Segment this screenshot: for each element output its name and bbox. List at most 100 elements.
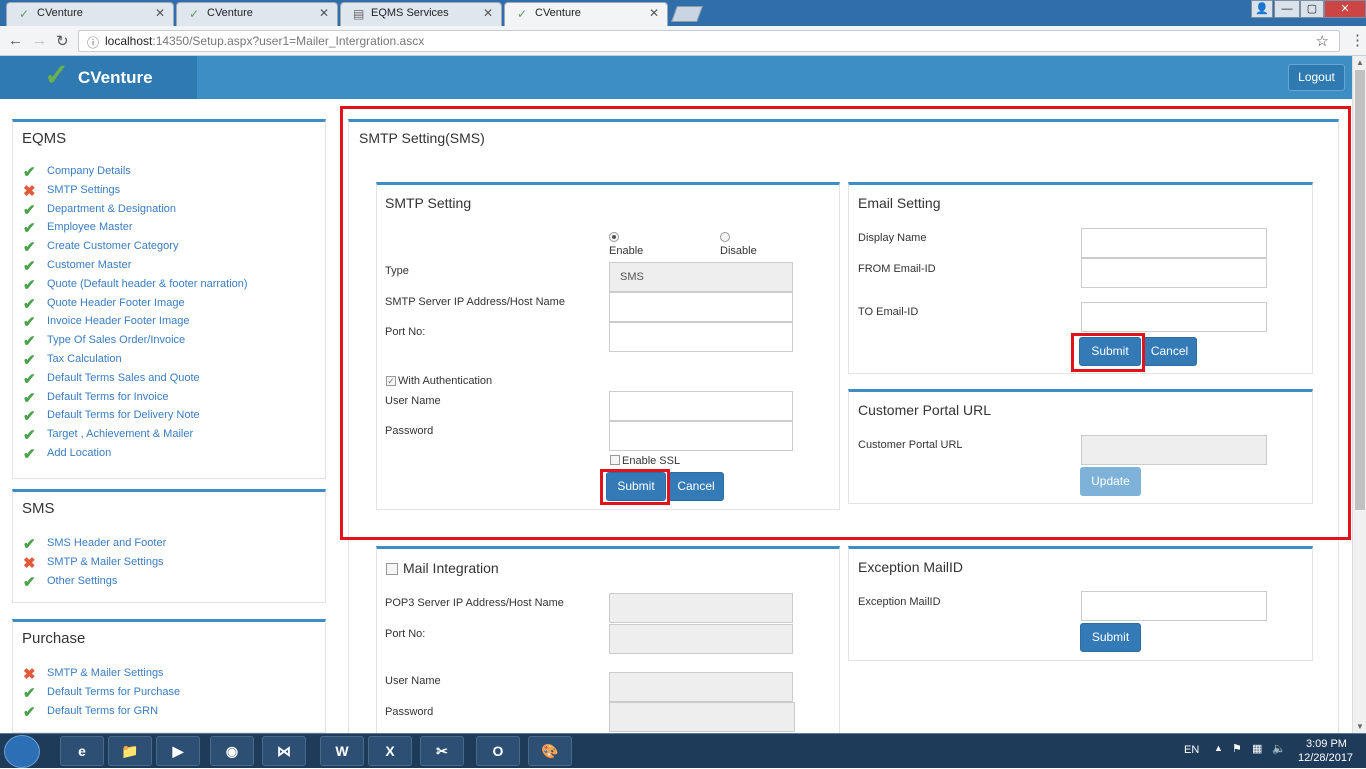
system-tray: EN ▲ ⚑ ▦ 🔈 3:09 PM 12/28/2017 [1176, 734, 1366, 769]
panel-title: Purchase [22, 630, 86, 647]
sidebar-list: ✔ Company Details ✖ SMTP Settings ✔ Departmen… [13, 147, 325, 466]
browser-tab[interactable]: ✓ CVenture ✕ [176, 2, 338, 26]
sidebar-item[interactable]: ✖ SMTP Settings [23, 183, 325, 203]
check-favicon-icon: ✓ [189, 7, 200, 21]
taskbar-app-button[interactable]: X [368, 736, 412, 766]
logout-button[interactable]: Logout [1288, 64, 1345, 91]
checkmark-icon: ✔ [23, 684, 36, 702]
forward-arrow-icon[interactable]: → [32, 32, 47, 49]
scroll-down-icon[interactable]: ▼ [1356, 722, 1364, 731]
sidebar-item[interactable]: ✔ Quote (Default header & footer narratio… [23, 276, 325, 297]
taskbar-app-button[interactable]: O [476, 736, 520, 766]
close-tab-icon[interactable]: ✕ [483, 6, 493, 20]
sidebar-item-label: Quote Header Footer Image [47, 296, 185, 309]
sidebar-item[interactable]: ✔ Quote Header Footer Image [23, 296, 325, 316]
taskbar-app-button[interactable]: ▶ [156, 736, 200, 766]
clock-date[interactable]: 12/28/2017 [1298, 752, 1353, 764]
pop3-password-input[interactable] [609, 702, 795, 732]
sidebar-item[interactable]: ✔ SMS Header and Footer [23, 536, 325, 556]
reload-icon[interactable]: ↻ [56, 32, 69, 50]
sidebar-item[interactable]: ✔ Other Settings [23, 573, 325, 594]
taskbar-app-button[interactable]: ✂ [420, 736, 464, 766]
sidebar-item[interactable]: ✔ Default Terms for GRN [23, 704, 325, 724]
password-label: Password [385, 706, 434, 718]
info-icon[interactable]: ⓘ [87, 34, 99, 51]
tab-title: CVenture [207, 7, 253, 19]
close-window-button[interactable]: ✕ [1324, 0, 1366, 18]
checkmark-icon: ✔ [23, 276, 36, 294]
pop3-port-input[interactable] [609, 624, 793, 654]
sidebar-item-label: Company Details [47, 165, 131, 177]
sidebar-item[interactable]: ✔ Default Terms for Invoice [23, 390, 325, 410]
sidebar-item[interactable]: ✔ Default Terms for Purchase [23, 684, 325, 705]
logo[interactable]: ✓ CVenture [0, 56, 197, 99]
browser-tab-active[interactable]: ✓ CVenture ✕ [504, 2, 668, 26]
sidebar-item[interactable]: ✔ Add Location [23, 446, 325, 466]
sidebar-item[interactable]: ✔ Type Of Sales Order/Invoice [23, 333, 325, 353]
sidebar-item[interactable]: ✔ Invoice Header Footer Image [23, 314, 325, 334]
sidebar-item[interactable]: ✔ Default Terms Sales and Quote [23, 370, 325, 391]
maximize-button[interactable]: ▢ [1300, 0, 1324, 18]
bookmark-star-icon[interactable]: ☆ [1316, 32, 1329, 50]
checkmark-icon: ✔ [23, 370, 36, 388]
brand-name: CVenture [78, 68, 153, 87]
url-input[interactable]: ⓘ localhost:14350/Setup.aspx?user1=Maile… [78, 30, 1340, 52]
taskbar-app-button[interactable]: 📁 [108, 736, 152, 766]
checkmark-icon: ✔ [23, 239, 36, 257]
pop3-server-input[interactable] [609, 593, 793, 623]
volume-muted-icon[interactable]: 🔈 [1272, 742, 1286, 755]
sidebar-item[interactable]: ✔ Create Customer Category [23, 239, 325, 259]
address-bar-row: ← → ↻ ⓘ localhost:14350/Setup.aspx?user1… [0, 26, 1366, 56]
exception-mailid-input[interactable] [1081, 591, 1267, 621]
sidebar-panel-purchase: Purchase ✖ SMTP & Mailer Settings ✔ Default… [12, 619, 326, 733]
profile-icon[interactable]: 👤 [1251, 0, 1273, 18]
menu-kebab-icon[interactable]: ⋮ [1350, 31, 1365, 49]
close-tab-icon[interactable]: ✕ [319, 6, 329, 20]
taskbar-app-button[interactable]: e [60, 736, 104, 766]
clock-time[interactable]: 3:09 PM [1306, 738, 1347, 750]
minimize-button[interactable]: — [1274, 0, 1300, 18]
check-favicon-icon: ✓ [19, 7, 30, 21]
show-hidden-icons-icon[interactable]: ▲ [1214, 743, 1223, 753]
pop3-server-label: POP3 Server IP Address/Host Name [385, 597, 564, 609]
vertical-scrollbar[interactable]: ▲ ▼ [1352, 56, 1366, 733]
sidebar-item[interactable]: ✔ Employee Master [23, 220, 325, 240]
taskbar-app-button[interactable]: ⋈ [262, 736, 306, 766]
taskbar-app-button[interactable]: ◉ [210, 736, 254, 766]
exception-submit-button[interactable]: Submit [1080, 623, 1141, 652]
sidebar-item-label: SMTP & Mailer Settings [47, 667, 164, 679]
panel-title: Exception MailID [858, 559, 964, 575]
sidebar-item[interactable]: ✔ Department & Designation [23, 202, 325, 222]
scroll-up-icon[interactable]: ▲ [1356, 58, 1364, 67]
sidebar-item[interactable]: ✔ Customer Master [23, 258, 325, 278]
sidebar-item[interactable]: ✔ Default Terms for Delivery Note [23, 408, 325, 428]
new-tab-button[interactable] [671, 6, 703, 22]
checkmark-icon: ✔ [23, 351, 36, 369]
start-button[interactable] [4, 735, 40, 768]
mail-integration-checkbox[interactable] [386, 563, 398, 575]
sidebar-item[interactable]: ✔ Tax Calculation [23, 351, 325, 372]
sidebar-item-label: Default Terms for Delivery Note [47, 409, 200, 422]
language-indicator[interactable]: EN [1184, 744, 1199, 756]
close-tab-icon[interactable]: ✕ [649, 6, 659, 20]
flag-icon[interactable]: ⚑ [1232, 742, 1242, 755]
taskbar-app-button[interactable]: W [320, 736, 364, 766]
network-icon[interactable]: ▦ [1252, 742, 1262, 755]
checkmark-icon: ✔ [23, 573, 36, 591]
browser-tab[interactable]: ✓ CVenture ✕ [6, 2, 174, 26]
checkmark-icon: ✔ [23, 314, 36, 332]
sidebar-item[interactable]: ✔ Target , Achievement & Mailer [23, 427, 325, 447]
close-tab-icon[interactable]: ✕ [155, 6, 165, 20]
browser-tab[interactable]: ▤ EQMS Services ✕ [340, 2, 502, 26]
taskbar-app-button[interactable]: 🎨 [528, 736, 572, 766]
sidebar-item-label: Other Settings [47, 574, 118, 587]
pop3-username-input[interactable] [609, 672, 793, 702]
sidebar-item[interactable]: ✖ SMTP & Mailer Settings [23, 555, 325, 575]
sidebar-item[interactable]: ✖ SMTP & Mailer Settings [23, 666, 325, 686]
app-header: ✓ CVenture [0, 56, 1352, 99]
sidebar-item-label: Customer Master [47, 258, 132, 271]
checkmark-icon: ✔ [23, 536, 36, 553]
sidebar-item[interactable]: ✔ Company Details [23, 164, 325, 184]
scrollbar-thumb[interactable] [1355, 70, 1365, 510]
back-arrow-icon[interactable]: ← [8, 32, 23, 49]
